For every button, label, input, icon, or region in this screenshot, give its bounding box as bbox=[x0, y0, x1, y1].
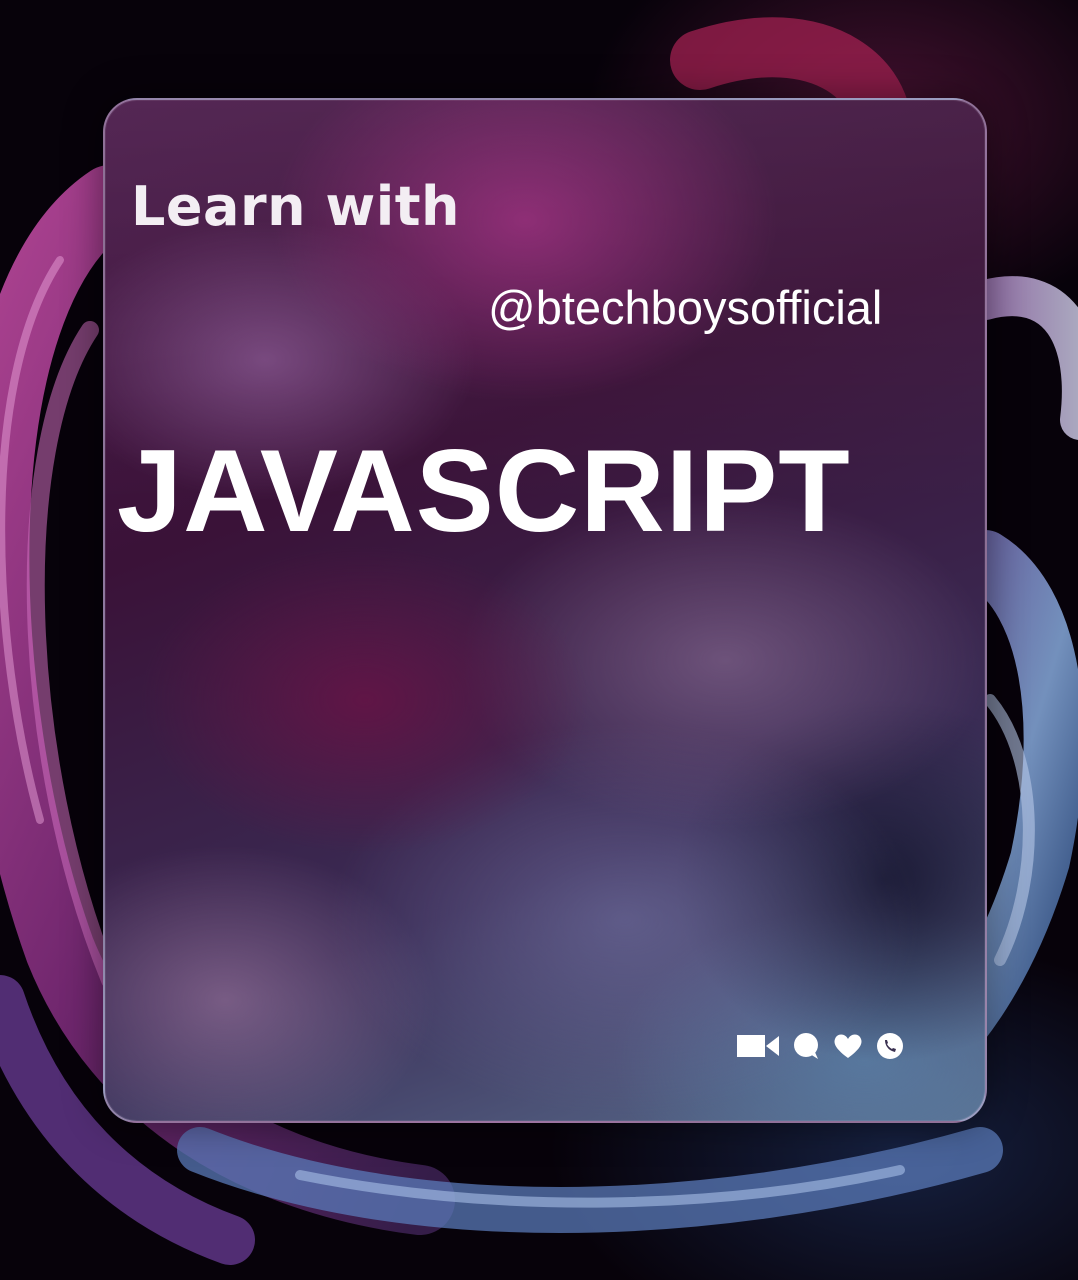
chat-bubble-icon bbox=[794, 1033, 818, 1059]
glass-card bbox=[103, 98, 987, 1123]
poster: Learn with @btechboysofficial JAVASCRIPT bbox=[0, 0, 1078, 1280]
card-sheen bbox=[105, 100, 985, 1121]
course-title: JAVASCRIPT bbox=[117, 425, 851, 556]
social-handle: @btechboysofficial bbox=[488, 281, 883, 334]
video-camera-icon bbox=[737, 1035, 779, 1057]
social-icons-bar bbox=[737, 1030, 904, 1062]
phone-icon bbox=[877, 1033, 903, 1059]
heart-icon bbox=[834, 1034, 862, 1058]
learn-with-heading: Learn with bbox=[131, 175, 460, 238]
